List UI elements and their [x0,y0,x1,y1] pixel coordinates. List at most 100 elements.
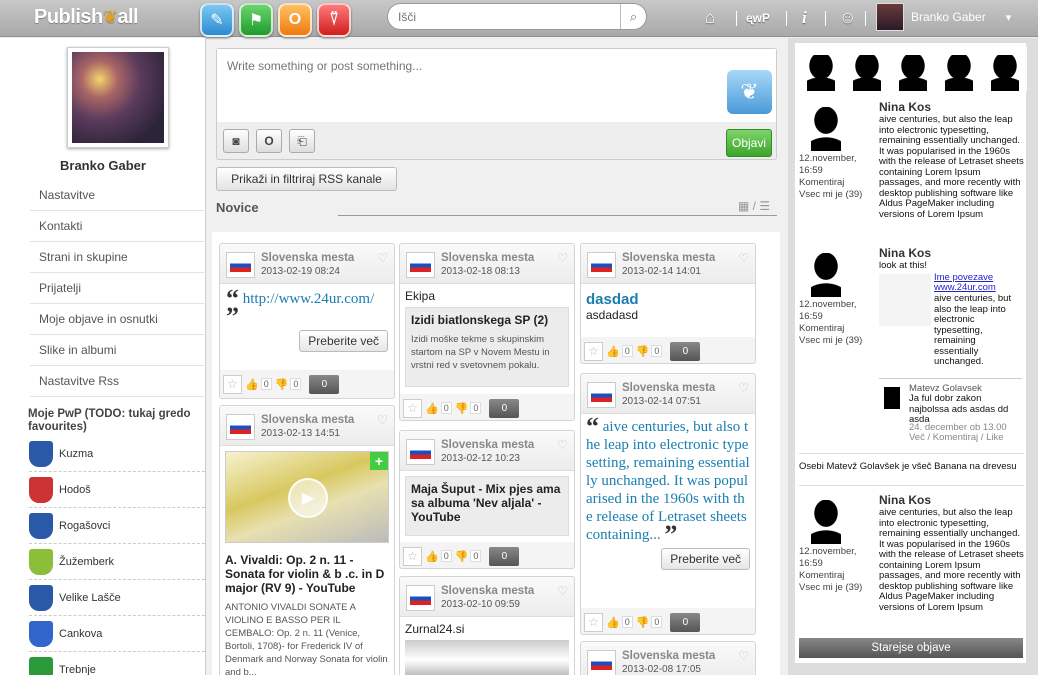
rss-filter-button[interactable]: Prikaži in filtriraj RSS kanale [216,167,397,191]
add-icon[interactable]: + [370,452,388,470]
comment-link[interactable]: Komentiraj [799,570,844,582]
app-map-icon[interactable]: ⚑ [239,3,273,37]
butterfly-icon[interactable]: ♡ [738,649,749,663]
card-source[interactable]: Slovenska mesta [441,585,534,597]
read-more-button[interactable]: Preberite več [299,330,388,352]
card-source[interactable]: Slovenska mesta [622,382,715,394]
post-input[interactable] [217,49,776,122]
friend-avatar[interactable] [891,47,935,91]
o-icon[interactable]: O [256,129,282,153]
avatar[interactable] [803,494,849,544]
card-source[interactable]: Slovenska mesta [622,650,715,662]
butterfly-icon[interactable]: ♡ [738,381,749,395]
avatar[interactable] [803,247,849,297]
butterfly-icon[interactable]: ♡ [557,251,568,265]
butterfly-icon[interactable]: ♡ [557,438,568,452]
thumbs-up-icon[interactable]: 👍 [245,378,259,391]
nav-pages-groups[interactable]: Strani in skupine [30,242,206,273]
favourite-item[interactable]: Kuzma [29,436,205,472]
friend-avatar[interactable] [799,47,843,91]
card-source[interactable]: Slovenska mesta [261,252,354,264]
card-title[interactable]: A. Vivaldi: Op. 2 n. 11 - Sonata for vio… [225,553,389,595]
comment-count[interactable]: 0 [489,546,520,566]
app-o-icon[interactable]: O [278,3,312,37]
friend-avatar[interactable] [983,47,1027,91]
post-author[interactable]: Nina Kos [879,246,931,260]
favourite-item[interactable]: Rogašovci [29,508,205,544]
star-icon[interactable]: ☆ [223,374,242,394]
thumbs-down-icon[interactable]: 👎 [275,378,289,391]
nav-photos[interactable]: Slike in albumi [30,335,206,366]
app-headphones-icon[interactable]: ⍢ [317,3,351,37]
thumbs-down-icon[interactable]: 👎 [636,345,650,358]
read-more-button[interactable]: Preberite več [661,548,750,570]
like-link[interactable]: Vsec mi je (39) [799,189,862,201]
avatar[interactable] [803,101,849,151]
nav-rss-settings[interactable]: Nastavitve Rss [30,366,206,397]
comment-count[interactable]: 0 [670,341,701,361]
news-card[interactable]: Slovenska mesta 2013-02-12 10:23 ♡ Maja Šu… [399,430,575,569]
user-icon[interactable]: ☺ [839,8,856,28]
butterfly-icon[interactable]: ❦ [727,70,772,114]
thumbs-up-icon[interactable]: 👍 [425,550,439,563]
comment-count[interactable]: 0 [309,374,340,394]
card-source[interactable]: Slovenska mesta [441,439,534,451]
star-icon[interactable]: ☆ [403,546,422,566]
post-author[interactable]: Nina Kos [879,100,931,114]
favourite-item[interactable]: Hodoš [29,472,205,508]
search-icon[interactable]: ⌕ [620,4,646,29]
friend-avatar[interactable] [845,47,889,91]
card-image[interactable] [405,640,569,675]
card-heading[interactable]: dasdad [586,291,750,308]
clapper-icon[interactable]: ⎗ [289,129,315,153]
app-write-icon[interactable]: ✎ [200,3,234,37]
link-thumbnail[interactable] [879,274,931,326]
nav-friends[interactable]: Prijatelji [30,273,206,304]
comment-link[interactable]: Komentiraj [799,177,844,189]
news-card[interactable]: Slovenska mesta 2013-02-13 14:51 ♡ ▶ + A. … [219,405,395,675]
view-toggle-icon[interactable]: ▦ / ☰ [738,199,770,213]
comment-link[interactable]: Komentiraj [799,323,844,335]
home-icon[interactable]: ⌂ [705,8,715,28]
publish-button[interactable]: Objavi [726,129,772,157]
butterfly-icon[interactable]: ♡ [738,251,749,265]
nav-my-posts[interactable]: Moje objave in osnutki [30,304,206,335]
pwp-icon[interactable]: ᶒwP [746,11,770,25]
star-icon[interactable]: ☆ [584,612,603,632]
post-author[interactable]: Nina Kos [879,493,931,507]
thumbs-up-icon[interactable]: 👍 [606,616,620,629]
comment-count[interactable]: 0 [670,612,701,632]
butterfly-icon[interactable]: ♡ [377,251,388,265]
thumbs-down-icon[interactable]: 👎 [455,402,469,415]
play-icon[interactable]: ▶ [288,478,328,518]
info-icon[interactable]: i [802,8,807,28]
logo[interactable]: Publish❦all [34,6,139,29]
thumbs-up-icon[interactable]: 👍 [606,345,620,358]
butterfly-icon[interactable]: ♡ [377,413,388,427]
news-card[interactable]: Slovenska mesta 2013-02-14 07:51 ♡ “ aive … [580,373,756,635]
thumbs-down-icon[interactable]: 👎 [636,616,650,629]
nav-settings[interactable]: Nastavitve [30,180,206,211]
news-card[interactable]: Slovenska mesta 2013-02-18 08:13 ♡ Ekipa I… [399,243,575,421]
card-title[interactable]: Maja Šuput - Mix pjes ama sa albuma 'Nev… [411,482,563,524]
star-icon[interactable]: ☆ [584,341,603,361]
search-input[interactable] [398,4,626,29]
card-source[interactable]: Slovenska mesta [441,252,534,264]
like-link[interactable]: Vsec mi je (39) [799,335,862,347]
favourite-item[interactable]: Žužemberk [29,544,205,580]
user-menu[interactable]: Branko Gaber ▾ [876,3,1011,31]
thumbs-down-icon[interactable]: 👎 [455,550,469,563]
older-posts-button[interactable]: Starejse objave [799,638,1023,658]
profile-picture[interactable] [67,47,169,148]
avatar[interactable] [879,383,905,409]
favourite-item[interactable]: Trebnje [29,652,205,675]
news-card[interactable]: Slovenska mesta 2013-02-14 14:01 ♡ dasdad … [580,243,756,364]
news-card[interactable]: Slovenska mesta 2013-02-10 09:59 ♡ Zurnal2… [399,576,575,675]
camera-icon[interactable]: ◙ [223,129,249,153]
comment-actions[interactable]: Več / Komentiraj / Like [909,432,1004,444]
nav-contacts[interactable]: Kontakti [30,211,206,242]
card-source[interactable]: Slovenska mesta [261,414,354,426]
friend-avatar[interactable] [937,47,981,91]
like-link[interactable]: Vsec mi je (39) [799,582,862,594]
thumbs-up-icon[interactable]: 👍 [425,402,439,415]
